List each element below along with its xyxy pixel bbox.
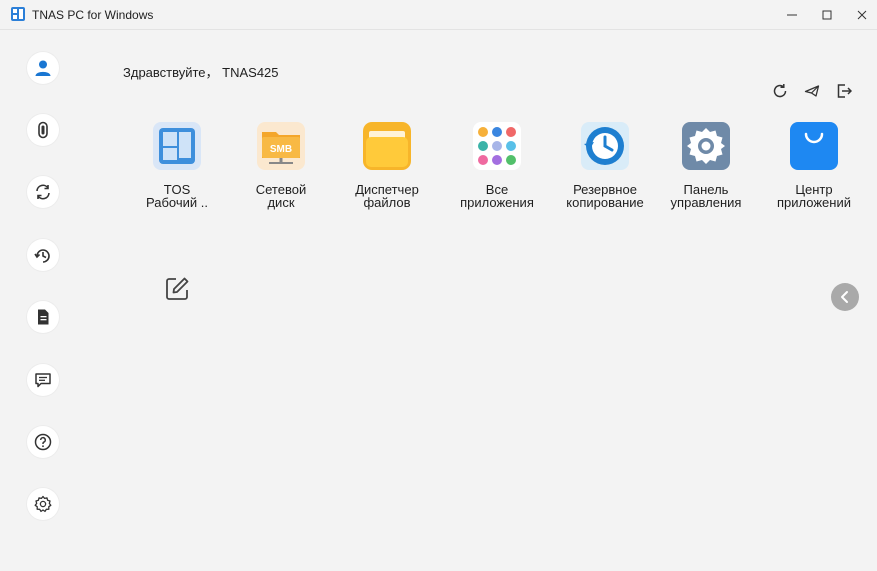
window-title: TNAS PC for Windows bbox=[32, 8, 154, 22]
gear-icon bbox=[34, 495, 52, 513]
greeting-text: Здравствуйте， TNAS425 bbox=[123, 65, 279, 80]
edit-icon bbox=[166, 277, 189, 300]
sync-icon bbox=[36, 184, 50, 200]
tnas-app-icon bbox=[11, 7, 25, 21]
sidebar-item-device[interactable] bbox=[27, 114, 59, 146]
app-control-panel[interactable]: Панель управления bbox=[651, 122, 761, 209]
all-apps-icon bbox=[473, 122, 521, 170]
maximize-icon bbox=[822, 10, 831, 19]
app-file-manager-label: Диспетчер файлов bbox=[355, 182, 419, 210]
logout-button[interactable] bbox=[834, 82, 854, 100]
send-icon bbox=[804, 85, 820, 97]
logout-icon bbox=[837, 84, 852, 98]
user-icon bbox=[35, 60, 51, 76]
app-center-icon bbox=[790, 122, 838, 170]
app-network-disk[interactable]: SMB Сетевой диск bbox=[226, 122, 336, 209]
message-icon bbox=[35, 373, 51, 388]
app-center[interactable]: Центр приложений bbox=[759, 122, 869, 209]
sidebar bbox=[0, 30, 86, 571]
sidebar-item-settings[interactable] bbox=[27, 488, 59, 520]
sidebar-item-sync[interactable] bbox=[27, 176, 59, 208]
title-bar: TNAS PC for Windows bbox=[0, 0, 877, 30]
close-button[interactable] bbox=[844, 0, 877, 29]
app-tos-desktop[interactable]: TOS Рабочий .. bbox=[122, 122, 232, 209]
refresh-button[interactable] bbox=[770, 82, 790, 100]
minimize-button[interactable] bbox=[774, 0, 809, 29]
app-control-panel-label: Панель управления bbox=[670, 182, 742, 210]
sidebar-item-help[interactable] bbox=[27, 426, 59, 458]
document-icon bbox=[38, 309, 49, 325]
app-backup[interactable]: Резервное копирование bbox=[550, 122, 660, 209]
app-all-apps-label: Все приложения bbox=[460, 182, 534, 210]
app-center-label: Центр приложений bbox=[777, 182, 851, 210]
close-icon bbox=[857, 10, 866, 19]
tos-desktop-icon bbox=[153, 122, 201, 170]
backup-icon bbox=[34, 249, 50, 263]
app-all-apps[interactable]: Все приложения bbox=[442, 122, 552, 209]
refresh-icon bbox=[773, 84, 787, 98]
folder-icon bbox=[363, 122, 411, 170]
smb-badge: SMB bbox=[270, 144, 292, 155]
app-file-manager[interactable]: Диспетчер файлов bbox=[332, 122, 442, 209]
page-nav-arrow[interactable] bbox=[831, 283, 859, 311]
maximize-button[interactable] bbox=[809, 0, 844, 29]
sidebar-item-messages[interactable] bbox=[27, 364, 59, 396]
sidebar-item-backup[interactable] bbox=[27, 239, 59, 271]
sidebar-item-user[interactable] bbox=[27, 52, 59, 84]
app-backup-label: Резервное копирование bbox=[566, 182, 644, 210]
control-panel-icon bbox=[682, 122, 730, 170]
edit-apps-button[interactable] bbox=[164, 276, 190, 302]
chevron-left-icon bbox=[841, 291, 848, 303]
backup-clock-icon bbox=[581, 122, 629, 170]
send-button[interactable] bbox=[802, 82, 822, 100]
smb-icon: SMB bbox=[257, 122, 305, 170]
help-icon bbox=[34, 433, 52, 451]
app-tos-desktop-label: TOS Рабочий .. bbox=[146, 182, 208, 210]
sidebar-item-files[interactable] bbox=[27, 301, 59, 333]
minimize-icon bbox=[786, 14, 797, 15]
app-network-disk-label: Сетевой диск bbox=[255, 182, 307, 210]
device-icon bbox=[38, 121, 48, 139]
